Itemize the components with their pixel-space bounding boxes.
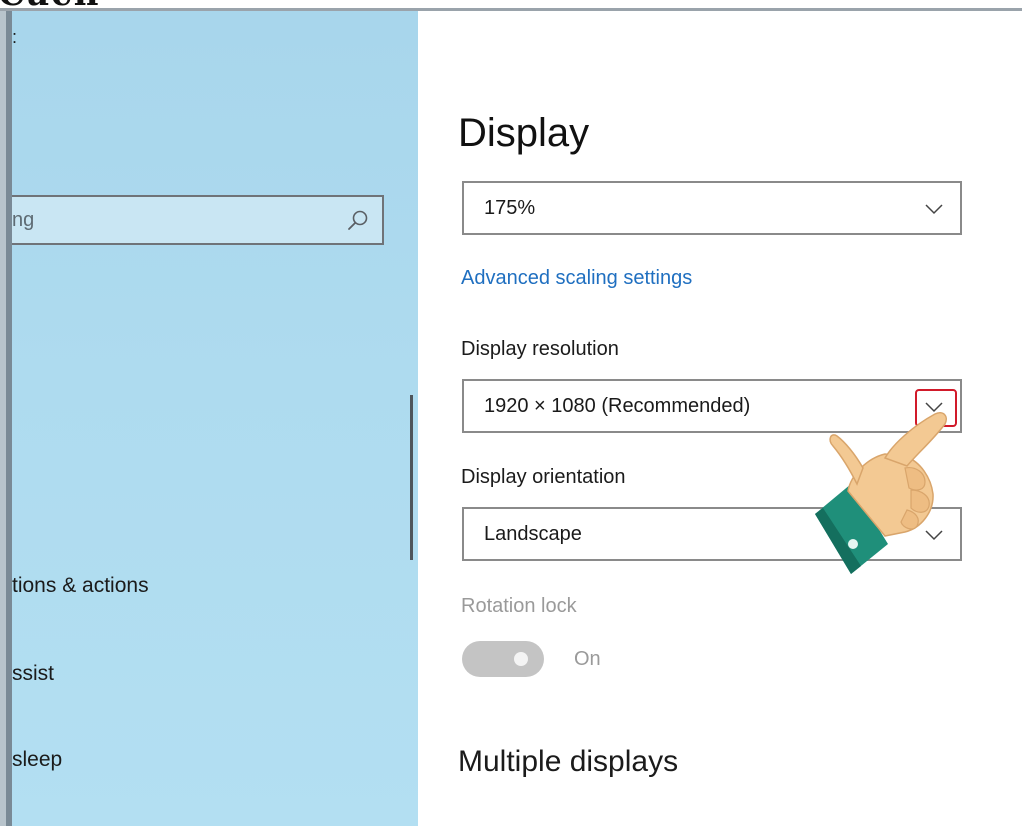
- sidebar-item-label: ssist: [12, 662, 54, 685]
- multiple-displays-heading: Multiple displays: [458, 745, 679, 778]
- orientation-label: Display orientation: [461, 466, 626, 488]
- rotation-lock-toggle[interactable]: [462, 641, 544, 677]
- sidebar-item-focus-assist[interactable]: ssist: [12, 662, 54, 686]
- toggle-knob: [514, 652, 528, 666]
- search-box[interactable]: ng: [12, 195, 384, 245]
- resolution-label: Display resolution: [461, 338, 619, 360]
- advanced-scaling-link[interactable]: Advanced scaling settings: [461, 267, 692, 290]
- chevron-down-icon: [925, 204, 943, 215]
- sidebar-item-label: tions & actions: [12, 574, 149, 597]
- search-input[interactable]: ng: [12, 209, 34, 232]
- settings-sidebar: : ng tions & actions ssist sleep: [12, 11, 418, 826]
- scale-value: 175%: [484, 197, 536, 219]
- resolution-value: 1920 × 1080 (Recommended): [484, 395, 751, 417]
- sidebar-item-notifications[interactable]: tions & actions: [12, 574, 149, 598]
- page-title: Display: [458, 111, 590, 155]
- sidebar-header-fragment: :: [12, 27, 18, 47]
- rotation-lock-state: On: [574, 648, 601, 670]
- left-window-edge-highlight: [0, 11, 6, 826]
- sidebar-item-power-sleep[interactable]: sleep: [12, 748, 62, 772]
- sidebar-item-label: sleep: [12, 748, 63, 771]
- scale-dropdown[interactable]: 175%: [462, 181, 962, 235]
- settings-window: Cách : ng tions & actions ssist sleep Di…: [0, 0, 1022, 826]
- sidebar-scrollbar[interactable]: [410, 395, 413, 560]
- rotation-lock-label: Rotation lock: [461, 595, 577, 617]
- search-icon[interactable]: [346, 209, 370, 233]
- orientation-value: Landscape: [484, 523, 582, 545]
- display-settings-panel: Display 175% Advanced scaling settings D…: [418, 11, 1022, 826]
- pointing-hand-icon: [815, 412, 947, 574]
